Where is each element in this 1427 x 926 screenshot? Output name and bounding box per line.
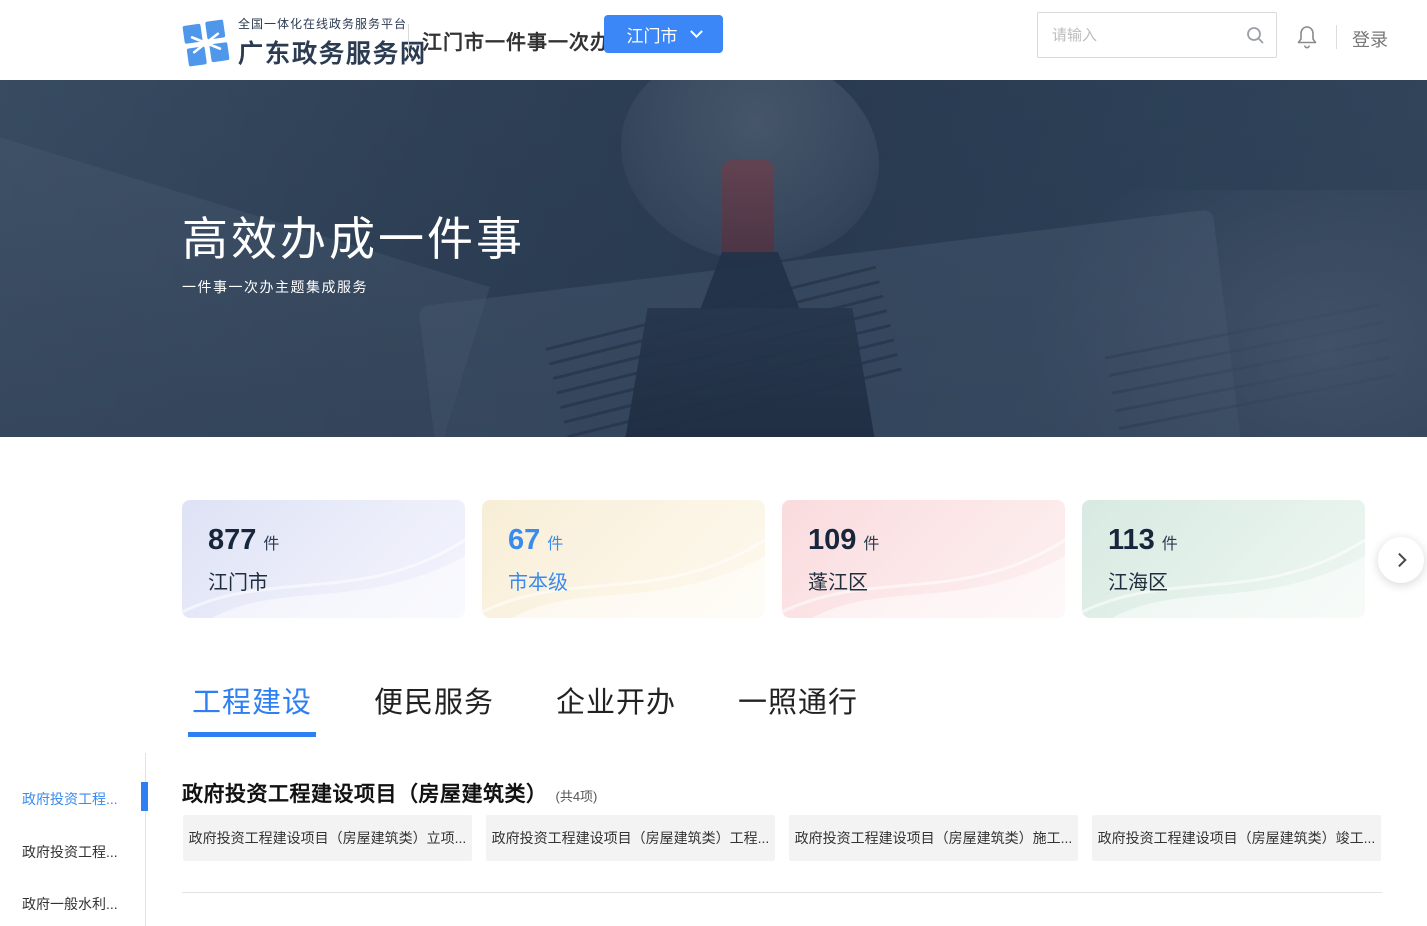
stat-count: 109 <box>808 524 856 557</box>
tab-yizhao-tongxing[interactable]: 一照通行 <box>738 679 858 737</box>
stat-unit: 件 <box>547 530 563 554</box>
stat-count: 877 <box>208 524 256 557</box>
hero-banner: 高效办成一件事 一件事一次办主题集成服务 <box>0 80 1427 437</box>
tab-qiye-kaiban[interactable]: 企业开办 <box>556 679 676 737</box>
sidebar-item-1[interactable]: 政府投资工程... <box>22 789 140 809</box>
sidebar-divider <box>145 753 146 926</box>
stats-card-row: 877 件 江门市 67 件 市本级 109 件 蓬江区 113 <box>182 500 1365 618</box>
stat-card-pengjiang[interactable]: 109 件 蓬江区 <box>782 500 1065 618</box>
service-item-gongcheng[interactable]: 政府投资工程建设项目（房屋建筑类）工程... <box>486 815 775 861</box>
page-title: 江门市一件事一次办 <box>422 26 611 55</box>
service-item-lixiang[interactable]: 政府投资工程建设项目（房屋建筑类）立项... <box>183 815 472 861</box>
chevron-down-icon <box>690 25 703 38</box>
hero-desk-shape <box>0 112 490 437</box>
logo-icon <box>182 19 230 67</box>
sidebar-active-indicator <box>141 782 148 811</box>
search-box <box>1037 12 1277 58</box>
bell-icon[interactable] <box>1295 24 1319 50</box>
sidebar-item-3[interactable]: 政府一般水利... <box>22 894 140 914</box>
logo-text: 全国一体化在线政务服务平台 广东政务服务网 <box>238 15 427 70</box>
sidebar-item-2[interactable]: 政府投资工程... <box>22 842 140 862</box>
service-item-shigong[interactable]: 政府投资工程建设项目（房屋建筑类）施工... <box>789 815 1078 861</box>
section-bottom-divider <box>182 892 1382 893</box>
stat-card-jiangmen[interactable]: 877 件 江门市 <box>182 500 465 618</box>
service-item-row: 政府投资工程建设项目（房屋建筑类）立项... 政府投资工程建设项目（房屋建筑类）… <box>183 815 1381 861</box>
login-link[interactable]: 登录 <box>1352 26 1388 52</box>
hero-title: 高效办成一件事 <box>182 203 525 269</box>
platform-label: 全国一体化在线政务服务平台 <box>238 15 427 32</box>
stat-region: 蓬江区 <box>808 566 1065 595</box>
stat-unit: 件 <box>263 530 279 554</box>
hero-paper-shape <box>418 209 1241 437</box>
hero-fingers-shape <box>601 80 899 285</box>
tab-gongcheng-jianshe[interactable]: 工程建设 <box>192 679 312 737</box>
stat-count: 113 <box>1108 524 1155 557</box>
section-count-badge: (共4项) <box>556 786 598 805</box>
stat-card-shibenji[interactable]: 67 件 市本级 <box>482 500 765 618</box>
city-selector-label: 江门市 <box>627 22 678 47</box>
stat-card-jianghai[interactable]: 113 件 江海区 <box>1082 500 1365 618</box>
search-icon[interactable] <box>1245 25 1265 45</box>
site-name: 广东政务服务网 <box>238 34 427 70</box>
city-selector-dropdown[interactable]: 江门市 <box>604 15 723 53</box>
stat-region: 江海区 <box>1108 566 1365 595</box>
section-title: 政府投资工程建设项目（房屋建筑类） <box>182 778 548 808</box>
service-item-jungong[interactable]: 政府投资工程建设项目（房屋建筑类）竣工... <box>1092 815 1381 861</box>
hero-document-lines <box>1105 303 1395 435</box>
search-input[interactable] <box>1037 12 1277 58</box>
wave-decoration <box>482 500 765 618</box>
stat-unit: 件 <box>1162 530 1178 554</box>
wave-decoration <box>782 500 1065 618</box>
site-logo[interactable]: 全国一体化在线政务服务平台 广东政务服务网 <box>182 15 427 70</box>
section-header: 政府投资工程建设项目（房屋建筑类） (共4项) <box>182 778 597 808</box>
header-divider <box>408 24 409 56</box>
stat-unit: 件 <box>863 530 879 554</box>
chevron-right-icon <box>1393 552 1407 566</box>
hero-hand-shape <box>1027 190 1427 437</box>
hero-overlay <box>0 80 1427 437</box>
carousel-next-button[interactable] <box>1378 537 1424 583</box>
wave-decoration <box>1082 500 1365 618</box>
hero-stamp-base <box>622 308 878 437</box>
category-tabs: 工程建设 便民服务 企业开办 一照通行 <box>192 679 858 737</box>
header: 全国一体化在线政务服务平台 广东政务服务网 江门市一件事一次办 江门市 登录 <box>0 0 1427 80</box>
hero-stamp-neck <box>700 252 800 310</box>
tab-bianmin-fuwu[interactable]: 便民服务 <box>374 679 494 737</box>
stat-region: 市本级 <box>508 566 765 595</box>
hero-document-lines <box>546 266 905 437</box>
stat-count: 67 <box>508 524 540 557</box>
header-vertical-divider <box>1336 25 1337 49</box>
hero-stamp-handle <box>722 160 774 260</box>
hero-subtitle: 一件事一次办主题集成服务 <box>182 277 368 297</box>
stat-region: 江门市 <box>208 566 465 595</box>
wave-decoration <box>182 500 465 618</box>
